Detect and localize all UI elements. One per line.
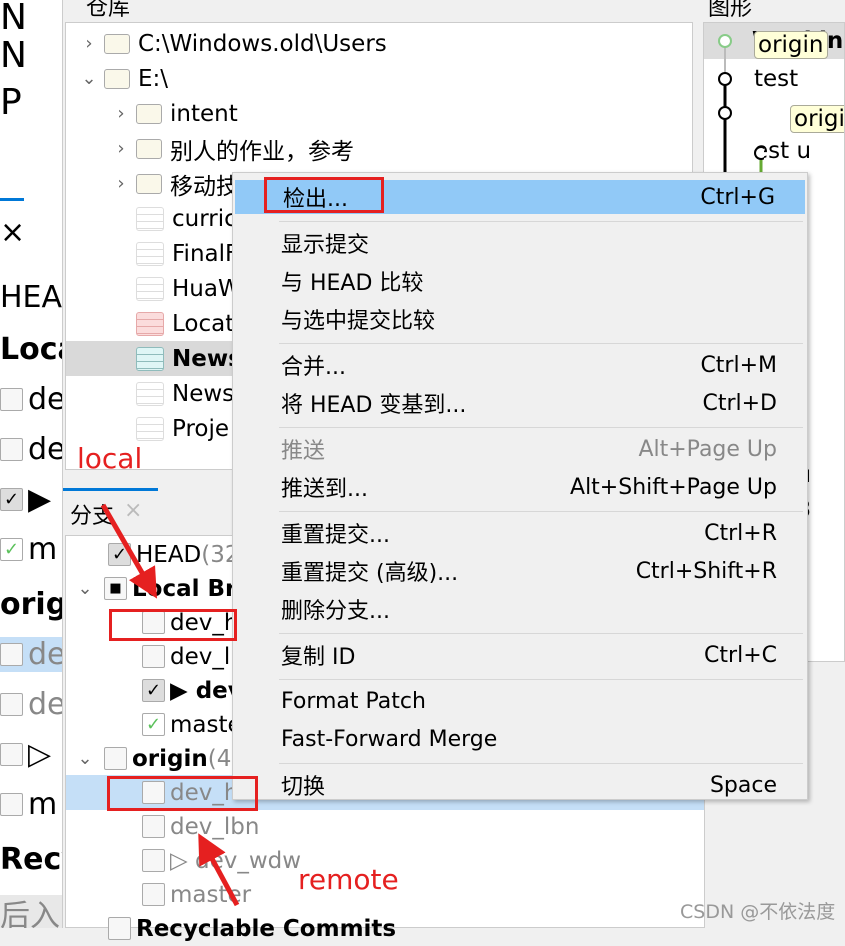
watermark: CSDN @不依法度 (680, 901, 836, 923)
arrow-local (100, 503, 157, 599)
arrow-remote (198, 833, 240, 907)
annotation-arrows (100, 503, 240, 907)
